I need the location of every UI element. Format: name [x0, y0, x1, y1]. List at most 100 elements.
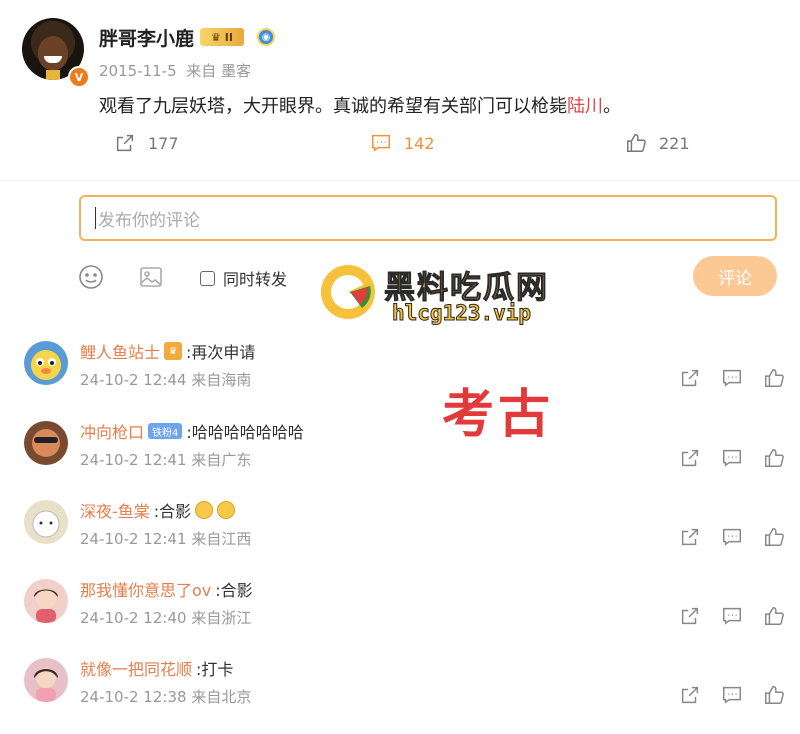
- comment-item: 深夜-鱼棠 :合影 24-10-2 12:41 来自江西: [0, 496, 800, 576]
- author-name[interactable]: 胖哥李小鹿: [99, 24, 194, 51]
- weibo-post: V 胖哥李小鹿 ♛ II ◉ 2015-11-5 来自 墨客 观看了九层妖塔，大…: [0, 0, 800, 180]
- comment-item: 那我懂你意思了ov :合影 24-10-2 12:40 来自浙江: [0, 575, 800, 655]
- comment-meta: 24-10-2 12:38 来自北京: [80, 686, 251, 707]
- commenter-avatar[interactable]: [24, 421, 68, 465]
- reply-icon[interactable]: [721, 526, 743, 548]
- comment-text: :合影: [153, 502, 192, 521]
- reply-icon[interactable]: [721, 447, 743, 469]
- share-icon[interactable]: [679, 447, 701, 469]
- reply-icon[interactable]: [721, 684, 743, 706]
- comment-button[interactable]: 142: [370, 132, 435, 154]
- thumbs-up-icon[interactable]: [763, 367, 785, 389]
- comment-location: 来自广东: [191, 451, 252, 469]
- comment-time: 24-10-2 12:38: [80, 688, 187, 706]
- comment-placeholder: 发布你的评论: [98, 210, 200, 231]
- comment-icon: [372, 134, 390, 152]
- comment-location: 来自江西: [191, 530, 252, 548]
- commenter-name[interactable]: 鲤人鱼站士: [80, 339, 160, 363]
- thumbs-up-icon: [627, 134, 646, 152]
- comment-line: 冲向枪口 铁粉4 :哈哈哈哈哈哈哈: [80, 419, 304, 443]
- comment-time: 24-10-2 12:44: [80, 371, 187, 389]
- comment-time: 24-10-2 12:40: [80, 609, 187, 627]
- person-avatar-icon: [32, 429, 60, 457]
- member-level-badge[interactable]: ♛ II: [200, 28, 244, 46]
- comment-text: :打卡: [196, 660, 234, 679]
- comment-actions: [679, 367, 785, 389]
- reply-icon[interactable]: [721, 605, 743, 627]
- cartoon-avatar-icon: [32, 510, 60, 538]
- comment-item: 就像一把同花顺 :打卡 24-10-2 12:38 来自北京: [0, 654, 800, 734]
- share-icon[interactable]: [679, 526, 701, 548]
- commenter-name[interactable]: 冲向枪口: [80, 419, 144, 443]
- comment-text: :哈哈哈哈哈哈哈: [186, 423, 304, 442]
- share-icon[interactable]: [679, 605, 701, 627]
- thumbs-up-icon[interactable]: [763, 447, 785, 469]
- comment-item: 冲向枪口 铁粉4 :哈哈哈哈哈哈哈 24-10-2 12:41 来自广东: [0, 417, 800, 497]
- comment-line: 就像一把同花顺 :打卡: [80, 656, 233, 680]
- commenter-name[interactable]: 就像一把同花顺: [80, 656, 192, 680]
- crown-icon: ♛: [211, 30, 221, 44]
- commenter-avatar[interactable]: [24, 500, 68, 544]
- comment-location: 来自浙江: [191, 609, 252, 627]
- comment-location: 来自海南: [191, 371, 252, 389]
- post-source: 来自 墨客: [186, 62, 251, 80]
- comment-count: 142: [404, 133, 435, 153]
- comment-meta: 24-10-2 12:40 来自浙江: [80, 607, 251, 628]
- mention-link[interactable]: 陆川: [567, 96, 603, 117]
- post-content: 观看了九层妖塔，大开眼界。真诚的希望有关部门可以枪毙陆川。: [99, 92, 621, 118]
- reply-icon[interactable]: [721, 367, 743, 389]
- image-icon[interactable]: [138, 264, 164, 290]
- text-caret: [95, 207, 96, 229]
- emoji-icon[interactable]: [78, 264, 104, 290]
- post-meta: 2015-11-5 来自 墨客: [99, 60, 251, 81]
- comment-text: :合影: [215, 581, 253, 600]
- share-icon: [116, 134, 134, 152]
- commenter-name[interactable]: 深夜-鱼棠: [80, 498, 150, 522]
- emoji-icon: [217, 501, 236, 519]
- commenter-avatar[interactable]: [24, 658, 68, 702]
- comment-actions: [679, 526, 785, 548]
- forward-checkbox-label: 同时转发: [223, 270, 288, 289]
- person-avatar-icon: [34, 589, 58, 623]
- commenter-name[interactable]: 那我懂你意思了ov: [80, 577, 211, 601]
- comment-text: :再次申请: [186, 343, 256, 362]
- comment-time: 24-10-2 12:41: [80, 451, 187, 469]
- share-icon[interactable]: [679, 684, 701, 706]
- share-icon[interactable]: [679, 367, 701, 389]
- comment-actions: [679, 605, 785, 627]
- thumbs-up-icon[interactable]: [763, 526, 785, 548]
- commenter-avatar[interactable]: [24, 341, 68, 385]
- watermark-url: hlcg123.vip: [391, 301, 532, 326]
- globe-badge-icon[interactable]: ◉: [257, 28, 275, 46]
- comment-location: 来自北京: [191, 688, 252, 706]
- comment-input[interactable]: 发布你的评论: [79, 195, 777, 241]
- duck-avatar-icon: [31, 350, 61, 380]
- avatar-face: [38, 36, 68, 70]
- comment-actions: [679, 447, 785, 469]
- section-divider: [0, 180, 800, 181]
- like-button[interactable]: 221: [625, 132, 690, 154]
- comment-line: 深夜-鱼棠 :合影: [80, 498, 236, 522]
- comment-item: 鲤人鱼站士 ♛ :再次申请 24-10-2 12:44 来自海南: [0, 337, 800, 417]
- verified-badge-icon: V: [68, 66, 90, 88]
- emoji-icon: [195, 501, 214, 519]
- forward-button[interactable]: 177: [114, 132, 179, 154]
- thumbs-up-icon[interactable]: [763, 684, 785, 706]
- fan-level-badge: 铁粉4: [148, 423, 183, 439]
- comment-line: 鲤人鱼站士 ♛ :再次申请: [80, 339, 255, 363]
- submit-comment-button[interactable]: 评论: [693, 256, 777, 296]
- ranking-badge-icon: ♛: [164, 342, 183, 360]
- post-content-end: 。: [603, 96, 621, 117]
- post-date: 2015-11-5: [99, 62, 177, 80]
- post-content-text: 观看了九层妖塔，大开眼界。真诚的希望有关部门可以枪毙: [99, 96, 567, 117]
- checkbox-box: [200, 270, 215, 286]
- level-label: II: [224, 30, 233, 44]
- comment-actions: [679, 684, 785, 706]
- comment-meta: 24-10-2 12:41 来自江西: [80, 528, 251, 549]
- forward-checkbox[interactable]: 同时转发: [200, 266, 287, 290]
- commenter-avatar[interactable]: [24, 579, 68, 623]
- thumbs-up-icon[interactable]: [763, 605, 785, 627]
- comment-meta: 24-10-2 12:41 来自广东: [80, 449, 251, 470]
- comment-time: 24-10-2 12:41: [80, 530, 187, 548]
- comment-line: 那我懂你意思了ov :合影: [80, 577, 253, 601]
